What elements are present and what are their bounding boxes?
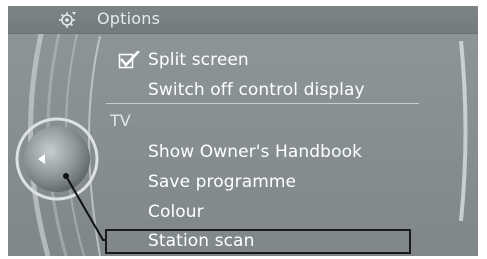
menu-item-show-handbook[interactable]: Show Owner's Handbook <box>148 142 362 162</box>
menu-item-switch-off-display[interactable]: Switch off control display <box>148 80 365 100</box>
control-display-screen: Options Split screen Switch off control … <box>8 6 478 256</box>
scrollbar-icon[interactable] <box>458 41 470 221</box>
section-divider <box>106 103 419 104</box>
menu-item-colour[interactable]: Colour <box>148 202 204 222</box>
title-bar: Options <box>8 6 478 34</box>
checkbox-checked-icon[interactable] <box>118 51 140 71</box>
selection-highlight <box>105 229 411 254</box>
menu-item-save-programme[interactable]: Save programme <box>148 172 296 192</box>
page-title: Options <box>97 9 161 28</box>
menu-item-split-screen[interactable]: Split screen <box>148 50 249 70</box>
controller-knob[interactable] <box>14 116 100 202</box>
section-label-tv: TV <box>110 111 131 130</box>
options-gear-icon <box>59 12 76 28</box>
